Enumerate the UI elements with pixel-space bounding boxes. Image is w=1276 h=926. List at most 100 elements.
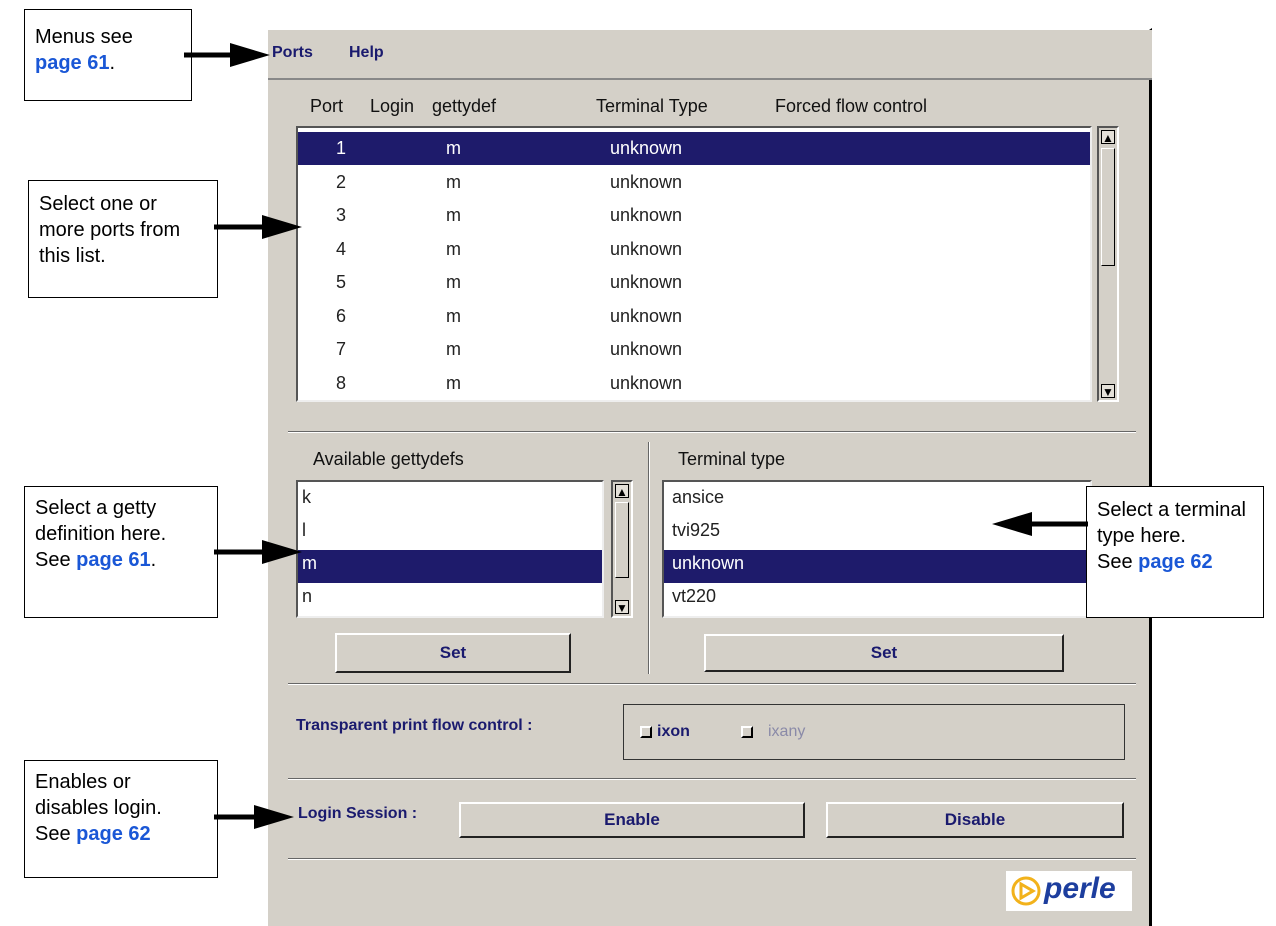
terminal-type-set-button[interactable]: Set — [704, 634, 1064, 672]
separator — [288, 778, 1136, 780]
ixon-checkbox[interactable] — [640, 726, 652, 738]
gettydef-set-button[interactable]: Set — [335, 633, 571, 673]
port-row[interactable]: 1 m unknown — [298, 132, 1090, 165]
callout-getty-see: See — [35, 549, 71, 571]
terminal-type-item-label: vt220 — [672, 586, 717, 606]
port-row[interactable]: 6 m unknown — [298, 300, 1090, 333]
scroll-down-arrow-icon[interactable]: ▼ — [615, 600, 629, 615]
column-header-gettydef: gettydef — [432, 96, 497, 116]
gettydef-item[interactable]: k — [298, 484, 602, 517]
arrow-icon — [214, 215, 302, 239]
terminal-type-item[interactable]: vt220 — [664, 583, 1090, 616]
port-row-terminal: unknown — [610, 138, 683, 158]
port-row-terminal: unknown — [610, 171, 683, 192]
login-session-label: Login Session : — [298, 805, 418, 822]
port-row-port: 8 — [336, 372, 347, 393]
port-row-terminal: unknown — [610, 339, 683, 359]
perle-logo: perle — [1006, 871, 1132, 911]
column-header-forced-flow-control: Forced flow control — [775, 96, 928, 116]
scroll-up-arrow-icon[interactable]: ▲ — [615, 484, 629, 499]
port-row-port: 5 — [336, 272, 347, 292]
perle-logo-icon — [1011, 876, 1041, 906]
separator — [288, 858, 1136, 860]
gettydef-item-label: n — [302, 586, 313, 606]
arrow-icon — [214, 540, 302, 564]
menu-ports[interactable]: Ports — [272, 44, 313, 62]
disable-login-button[interactable]: Disable — [826, 802, 1124, 838]
terminal-type-item-label: unknown — [672, 553, 745, 573]
callout-terminal-see: See — [1097, 551, 1133, 573]
port-row-terminal: unknown — [610, 205, 683, 225]
flow-control-label: Transparent print flow control : — [296, 717, 533, 734]
port-row[interactable]: 4 m unknown — [298, 233, 1090, 266]
port-row-terminal: unknown — [610, 238, 683, 259]
port-row[interactable]: 3 m unknown — [298, 199, 1090, 232]
port-row-gettydef: m — [446, 305, 461, 326]
separator — [288, 431, 1136, 433]
gettydefs-list[interactable]: klmn — [296, 480, 604, 618]
terminal-type-title: Terminal type — [678, 449, 786, 469]
callout-getty: Select a getty definition here. See page… — [24, 486, 218, 618]
port-row-gettydef: m — [446, 171, 461, 192]
port-row-terminal: unknown — [610, 272, 683, 292]
port-row-port: 4 — [336, 238, 347, 259]
callout-login-text: Enables or disables login. — [35, 771, 162, 819]
port-row-gettydef: m — [446, 272, 461, 292]
ixany-label: ixany — [768, 723, 806, 740]
gettydefs-scrollbar[interactable]: ▲ ▼ — [611, 480, 633, 618]
port-row-gettydef: m — [446, 372, 461, 393]
scroll-up-arrow-icon[interactable]: ▲ — [1101, 130, 1115, 145]
port-row-port: 1 — [336, 138, 347, 158]
column-header-login: Login — [370, 96, 415, 116]
callout-terminal-text: Select a terminal type here. — [1097, 499, 1246, 547]
gettydef-item[interactable]: n — [298, 583, 602, 616]
terminal-type-item-label: tvi925 — [672, 520, 721, 540]
callout-terminal-link[interactable]: page 62 — [1138, 551, 1212, 573]
scroll-down-arrow-icon[interactable]: ▼ — [1101, 384, 1115, 399]
ixany-checkbox[interactable] — [741, 726, 753, 738]
port-row-gettydef: m — [446, 238, 461, 259]
arrow-icon — [214, 805, 294, 829]
menu-help[interactable]: Help — [349, 44, 384, 62]
callout-menus-text: Menus see — [35, 26, 133, 48]
callout-ports-text: Select one or more ports from this list. — [39, 193, 181, 267]
port-row-gettydef: m — [446, 205, 461, 225]
port-row-terminal: unknown — [610, 305, 683, 326]
port-row[interactable]: 8 m unknown — [298, 367, 1090, 400]
gettydef-item[interactable]: l — [298, 517, 602, 550]
enable-login-button[interactable]: Enable — [459, 802, 805, 838]
callout-login-link[interactable]: page 62 — [76, 823, 150, 845]
callout-getty-link[interactable]: page 61 — [76, 549, 150, 571]
callout-login: Enables or disables login. See page 62 — [24, 760, 218, 878]
gettydef-item[interactable]: m — [298, 550, 602, 583]
arrow-icon — [184, 43, 270, 67]
callout-ports: Select one or more ports from this list. — [28, 180, 218, 298]
arrow-icon — [992, 512, 1088, 536]
callout-menus-suffix: . — [109, 52, 116, 74]
port-row-gettydef: m — [446, 138, 461, 158]
scrollbar-thumb[interactable] — [615, 502, 629, 578]
callout-menus-link[interactable]: page 61 — [35, 52, 109, 74]
ports-list-scrollbar[interactable]: ▲ ▼ — [1097, 126, 1119, 402]
scrollbar-thumb[interactable] — [1101, 148, 1115, 266]
callout-login-see: See — [35, 823, 71, 845]
port-row-port: 7 — [336, 339, 347, 359]
separator — [288, 683, 1136, 685]
terminal-type-item[interactable]: unknown — [664, 550, 1090, 583]
port-row-port: 3 — [336, 205, 347, 225]
gettydef-item-label: k — [302, 487, 311, 507]
ports-list[interactable]: 1 m unknown 2 m unknown 3 m unknown 4 m unknown 5 m un… — [296, 126, 1092, 402]
port-row[interactable]: 2 m unknown — [298, 166, 1090, 199]
port-row[interactable]: 7 m unknown — [298, 333, 1090, 366]
port-row-terminal: unknown — [610, 372, 683, 393]
callout-terminal: Select a terminal type here. See page 62 — [1086, 486, 1264, 618]
port-row[interactable]: 5 m unknown — [298, 266, 1090, 299]
callout-menus: Menus see page 61. — [24, 9, 192, 101]
column-header-port: Port — [310, 96, 344, 116]
terminal-type-list[interactable]: ansice tvi925 unknown vt220 — [662, 480, 1092, 618]
terminal-type-item-label: ansice — [672, 487, 725, 507]
separator — [648, 442, 650, 674]
ixon-label: ixon — [657, 723, 690, 740]
flow-control-group — [623, 704, 1125, 760]
column-header-terminal-type: Terminal Type — [596, 96, 708, 116]
